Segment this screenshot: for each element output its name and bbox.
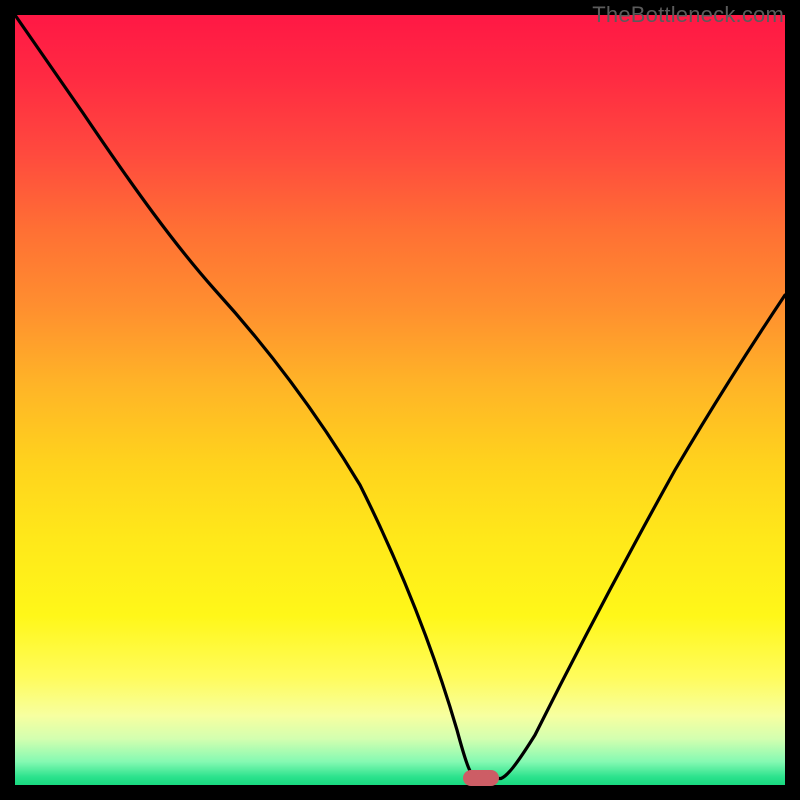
- chart-container: TheBottleneck.com: [0, 0, 800, 800]
- optimal-marker: [463, 770, 499, 786]
- plot-area: [15, 15, 785, 785]
- watermark-text: TheBottleneck.com: [592, 2, 784, 28]
- bottleneck-curve: [15, 15, 785, 785]
